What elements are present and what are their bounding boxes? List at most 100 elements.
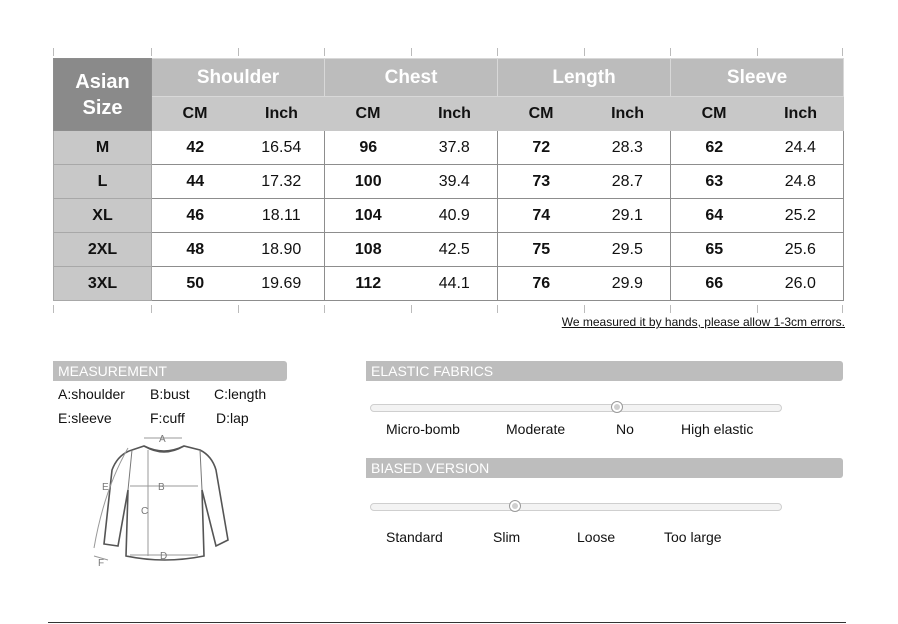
shoulder-inch-cell: 16.54 xyxy=(238,130,325,165)
size-cell: 3XL xyxy=(53,266,152,301)
shoulder-inch-cell: 18.11 xyxy=(238,198,325,233)
unit-cm-header: CM xyxy=(497,96,586,131)
table-row: M 42 16.54 96 37.8 72 28.3 62 24.4 xyxy=(53,130,845,165)
unit-inch-header: Inch xyxy=(410,96,499,131)
elastic-option-micro-bomb: Micro-bomb xyxy=(386,421,460,437)
biased-option-too-large: Too large xyxy=(664,529,722,545)
diagram-label-e: E xyxy=(102,482,109,493)
size-cell: M xyxy=(53,130,152,165)
tick-mark xyxy=(411,48,412,56)
tick-mark xyxy=(151,48,152,56)
diagram-label-c: C xyxy=(141,506,148,517)
chest-inch-cell: 40.9 xyxy=(411,198,499,233)
chest-cm-cell: 104 xyxy=(324,198,412,233)
elastic-slider-knob[interactable] xyxy=(611,401,623,413)
diagram-label-b: B xyxy=(158,482,165,493)
legend-shoulder: A:shoulder xyxy=(58,386,125,402)
shoulder-cm-cell: 50 xyxy=(151,266,239,301)
tick-mark xyxy=(53,48,54,56)
shoulder-cm-cell: 44 xyxy=(151,164,239,199)
table-row: 2XL 48 18.90 108 42.5 75 29.5 65 25.6 xyxy=(53,232,845,267)
tick-mark xyxy=(842,305,843,313)
elastic-slider-track[interactable] xyxy=(370,401,782,413)
chest-cm-cell: 108 xyxy=(324,232,412,267)
chest-inch-cell: 39.4 xyxy=(411,164,499,199)
tick-mark xyxy=(842,48,843,56)
bottom-divider xyxy=(48,622,846,623)
sleeve-header: Sleeve xyxy=(670,58,845,97)
length-cm-cell: 74 xyxy=(497,198,585,233)
sleeve-inch-cell: 24.4 xyxy=(757,130,845,165)
elastic-option-moderate: Moderate xyxy=(506,421,566,437)
tick-mark xyxy=(757,48,758,56)
asian-size-header: Asian Size xyxy=(53,58,152,131)
unit-cm-header: CM xyxy=(324,96,412,131)
unit-cm-header: CM xyxy=(151,96,239,131)
tick-mark xyxy=(757,305,758,313)
chest-cm-cell: 112 xyxy=(324,266,412,301)
shoulder-header: Shoulder xyxy=(151,58,325,97)
size-cell: 2XL xyxy=(53,232,152,267)
shoulder-cm-cell: 48 xyxy=(151,232,239,267)
biased-version-title: BIASED VERSION xyxy=(366,458,843,478)
size-cell: XL xyxy=(53,198,152,233)
biased-option-slim: Slim xyxy=(493,529,521,545)
legend-lap: D:lap xyxy=(216,410,249,426)
sleeve-cm-cell: 66 xyxy=(670,266,758,301)
length-inch-cell: 29.9 xyxy=(584,266,672,301)
length-cm-cell: 75 xyxy=(497,232,585,267)
chest-inch-cell: 37.8 xyxy=(411,130,499,165)
measurement-title: MEASUREMENT xyxy=(53,361,287,381)
shirt-diagram: A B C D E F xyxy=(93,434,229,569)
unit-cm-header: CM xyxy=(670,96,759,131)
sleeve-cm-cell: 65 xyxy=(670,232,758,267)
sleeve-cm-cell: 62 xyxy=(670,130,758,165)
table-body: Asian Size Shoulder Chest Length Sleeve C… xyxy=(53,58,845,301)
length-cm-cell: 73 xyxy=(497,164,585,199)
shirt-outline xyxy=(103,445,229,561)
table-row: L 44 17.32 100 39.4 73 28.7 63 24.8 xyxy=(53,164,845,199)
tick-mark xyxy=(324,305,325,313)
biased-option-loose: Loose xyxy=(577,529,616,545)
tick-mark xyxy=(584,305,585,313)
length-inch-cell: 28.7 xyxy=(584,164,672,199)
tick-mark xyxy=(324,48,325,56)
table-row: XL 46 18.11 104 40.9 74 29.1 64 25.2 xyxy=(53,198,845,233)
chest-inch-cell: 44.1 xyxy=(411,266,499,301)
chest-cm-cell: 100 xyxy=(324,164,412,199)
shoulder-cm-cell: 42 xyxy=(151,130,239,165)
sleeve-inch-cell: 25.6 xyxy=(757,232,845,267)
elastic-option-no: No xyxy=(616,421,634,437)
size-cell: L xyxy=(53,164,152,199)
diagram-label-f: F xyxy=(98,558,104,569)
tick-mark xyxy=(411,305,412,313)
unit-inch-header: Inch xyxy=(584,96,672,131)
sleeve-inch-cell: 25.2 xyxy=(757,198,845,233)
shoulder-cm-cell: 46 xyxy=(151,198,239,233)
biased-slider-knob[interactable] xyxy=(508,500,521,512)
sleeve-cm-cell: 63 xyxy=(670,164,758,199)
diagram-label-d: D xyxy=(160,551,167,562)
tick-mark xyxy=(497,48,498,56)
shoulder-inch-cell: 19.69 xyxy=(238,266,325,301)
shoulder-inch-cell: 17.32 xyxy=(238,164,325,199)
elastic-fabrics-title: ELASTIC FABRICS xyxy=(366,361,843,381)
tick-mark xyxy=(238,48,239,56)
chest-header: Chest xyxy=(323,58,499,97)
shoulder-inch-cell: 18.90 xyxy=(238,232,325,267)
elastic-option-high-elastic: High elastic xyxy=(681,421,754,437)
tick-mark xyxy=(53,305,54,313)
tick-mark xyxy=(670,305,671,313)
length-header: Length xyxy=(497,58,672,97)
length-inch-cell: 29.5 xyxy=(584,232,672,267)
length-inch-cell: 28.3 xyxy=(584,130,672,165)
legend-length: C:length xyxy=(214,386,267,402)
biased-slider-track[interactable] xyxy=(370,500,782,512)
length-inch-cell: 29.1 xyxy=(584,198,672,233)
legend-bust: B:bust xyxy=(150,386,190,402)
sleeve-inch-cell: 26.0 xyxy=(757,266,845,301)
chest-inch-cell: 42.5 xyxy=(411,232,499,267)
sleeve-inch-cell: 24.8 xyxy=(757,164,845,199)
diagram-label-a: A xyxy=(159,434,166,445)
measurement-note: We measured it by hands, please allow 1-… xyxy=(561,315,845,329)
